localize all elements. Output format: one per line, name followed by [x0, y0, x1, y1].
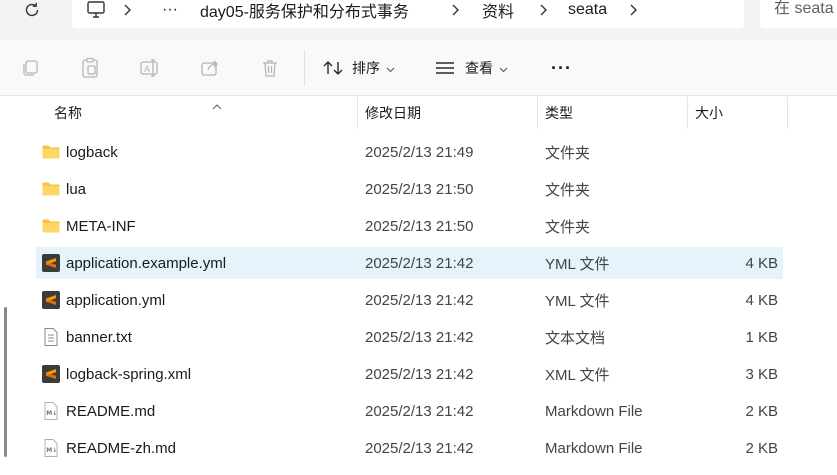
sublime-file-icon [41, 364, 61, 384]
scrollbar-thumb[interactable] [4, 307, 7, 457]
folder-icon [41, 179, 61, 199]
file-name: logback [66, 143, 118, 161]
file-size: 3 KB [745, 365, 778, 383]
file-name: logback-spring.xml [66, 365, 192, 383]
file-row[interactable]: application.yml 2025/2/13 21:42 YML 文件 4… [36, 284, 783, 316]
breadcrumb-chevron-icon[interactable] [450, 0, 460, 20]
column-header-row: 名称 修改日期 类型 大小 [14, 97, 837, 129]
file-name: META-INF [66, 217, 136, 235]
search-input[interactable]: 在 seata [760, 0, 837, 28]
file-type: YML 文件 [545, 292, 610, 310]
file-type: 文本文档 [545, 329, 606, 347]
more-options-button[interactable]: ··· [551, 54, 572, 82]
delete-icon[interactable] [258, 56, 282, 80]
file-size: 2 KB [745, 439, 778, 457]
svg-text:A: A [144, 65, 151, 75]
file-row[interactable]: application.example.yml 2025/2/13 21:42 … [36, 247, 783, 279]
share-icon[interactable] [198, 56, 222, 80]
file-size: 2 KB [745, 402, 778, 420]
column-divider[interactable] [787, 97, 788, 129]
file-name: lua [66, 180, 87, 198]
file-size: 1 KB [745, 328, 778, 346]
this-pc-icon[interactable] [86, 0, 106, 20]
column-divider[interactable] [687, 97, 688, 129]
sort-icon [322, 59, 344, 77]
file-name: README.md [66, 402, 156, 420]
breadcrumb-chevron-icon[interactable] [122, 0, 132, 20]
file-type: XML 文件 [545, 366, 610, 384]
file-row[interactable]: M↓ README.md 2025/2/13 21:42 Markdown Fi… [36, 395, 783, 427]
paste-icon[interactable] [78, 56, 102, 80]
text-file-icon [41, 327, 61, 347]
vertical-scrollbar[interactable] [0, 97, 14, 475]
file-date: 2025/2/13 21:50 [365, 180, 474, 198]
column-divider[interactable] [357, 97, 358, 129]
column-header-date[interactable]: 修改日期 [359, 97, 421, 129]
breadcrumb-chevron-icon[interactable] [628, 0, 638, 20]
address-bar-region: ··· day05-服务保护和分布式事务 资料 seata 在 seata [0, 0, 837, 40]
breadcrumb-overflow[interactable]: ··· [162, 0, 178, 20]
sort-ascending-icon [212, 97, 222, 115]
file-type: 文件夹 [545, 218, 591, 236]
column-header-size[interactable]: 大小 [689, 97, 723, 129]
file-date: 2025/2/13 21:42 [365, 254, 474, 272]
copy-icon[interactable] [18, 56, 42, 80]
column-header-name[interactable]: 名称 [48, 97, 82, 129]
refresh-icon[interactable] [20, 0, 44, 20]
file-row[interactable]: META-INF 2025/2/13 21:50 文件夹 [36, 210, 783, 242]
file-name: banner.txt [66, 328, 132, 346]
file-row[interactable]: logback 2025/2/13 21:49 文件夹 [36, 136, 783, 168]
breadcrumb-item-seata[interactable]: seata [568, 0, 607, 20]
file-type: 文件夹 [545, 181, 591, 199]
file-name: application.example.yml [66, 254, 227, 272]
toolbar-divider [304, 50, 305, 86]
file-date: 2025/2/13 21:42 [365, 439, 474, 457]
svg-text:M↓: M↓ [46, 410, 57, 417]
file-date: 2025/2/13 21:42 [365, 365, 474, 383]
sublime-file-icon [41, 253, 61, 273]
folder-icon [41, 142, 61, 162]
file-type: Markdown File [545, 439, 643, 457]
file-date: 2025/2/13 21:49 [365, 143, 474, 161]
file-row[interactable]: lua 2025/2/13 21:50 文件夹 [36, 173, 783, 205]
chevron-down-icon [499, 60, 508, 76]
rename-icon[interactable]: A [138, 56, 162, 80]
sort-label: 排序 [352, 60, 380, 76]
file-name: README-zh.md [66, 439, 177, 457]
file-date: 2025/2/13 21:42 [365, 328, 474, 346]
file-size: 4 KB [745, 254, 778, 272]
command-bar: A 排序 查看 ··· [0, 40, 837, 96]
file-date: 2025/2/13 21:42 [365, 402, 474, 420]
view-button[interactable]: 查看 [435, 54, 508, 82]
file-size: 4 KB [745, 291, 778, 309]
sort-button[interactable]: 排序 [322, 54, 395, 82]
view-icon [435, 60, 455, 76]
file-row[interactable]: banner.txt 2025/2/13 21:42 文本文档 1 KB [36, 321, 783, 353]
file-date: 2025/2/13 21:42 [365, 291, 474, 309]
file-name: application.yml [66, 291, 166, 309]
breadcrumb-item-ziliao[interactable]: 资料 [482, 0, 514, 21]
file-type: YML 文件 [545, 255, 610, 273]
address-bar[interactable]: ··· day05-服务保护和分布式事务 资料 seata [72, 0, 744, 28]
file-type: 文件夹 [545, 144, 591, 162]
view-label: 查看 [465, 60, 493, 76]
file-row[interactable]: logback-spring.xml 2025/2/13 21:42 XML 文… [36, 358, 783, 390]
file-type: Markdown File [545, 402, 643, 420]
file-row[interactable]: M↓ README-zh.md 2025/2/13 21:42 Markdown… [36, 432, 783, 464]
search-placeholder: 在 seata [774, 0, 834, 17]
breadcrumb-item-day05[interactable]: day05-服务保护和分布式事务 [200, 0, 409, 21]
folder-icon [41, 216, 61, 236]
markdown-file-icon: M↓ [41, 438, 61, 458]
chevron-down-icon [386, 60, 395, 76]
file-date: 2025/2/13 21:50 [365, 217, 474, 235]
markdown-file-icon: M↓ [41, 401, 61, 421]
sublime-file-icon [41, 290, 61, 310]
column-divider[interactable] [537, 97, 538, 129]
breadcrumb-chevron-icon[interactable] [538, 0, 548, 20]
svg-text:M↓: M↓ [46, 447, 57, 454]
column-header-type[interactable]: 类型 [539, 97, 573, 129]
